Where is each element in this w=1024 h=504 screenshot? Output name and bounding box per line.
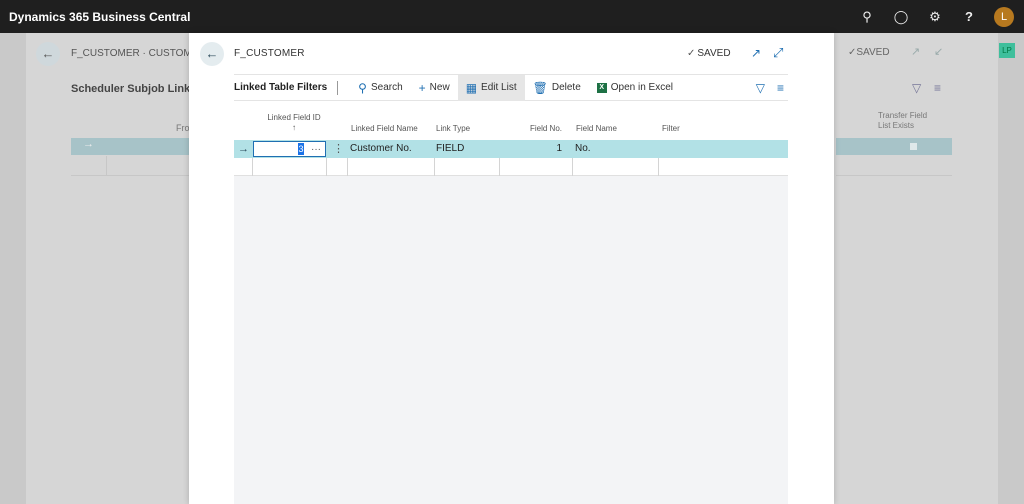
- background-right-header: Transfer Field List Exists: [878, 111, 928, 130]
- linked-field-id-header-label: Linked Field ID: [267, 113, 321, 122]
- grid-body: → 3 ··· ⋮ Customer No. FIELD 1 No.: [234, 140, 788, 504]
- avatar[interactable]: L: [994, 6, 1014, 27]
- cell-divider: [572, 158, 573, 176]
- delete-button[interactable]: 🗑 Delete: [525, 75, 589, 101]
- bell-icon[interactable]: ◯: [884, 9, 918, 25]
- edit-list-button[interactable]: ▦ Edit List: [457, 74, 525, 101]
- background-checkbox: [910, 143, 917, 150]
- search-icon: ⚲: [358, 80, 367, 95]
- row-indicator-arrow-icon: →: [238, 143, 249, 155]
- cell-divider: [347, 158, 348, 176]
- open-in-excel-button[interactable]: X Open in Excel: [589, 75, 681, 101]
- open-in-excel-label: Open in Excel: [610, 82, 674, 93]
- lp-badge: LP: [999, 43, 1015, 58]
- back-arrow-icon: ←: [36, 42, 60, 66]
- background-selected-row-right: [836, 138, 952, 155]
- checkmark-icon: ✓: [687, 48, 696, 59]
- column-header-field-name[interactable]: Field Name: [576, 124, 617, 133]
- background-column-header: Fro: [176, 123, 190, 133]
- empty-new-row[interactable]: [234, 158, 788, 176]
- search-label: Search: [370, 82, 403, 93]
- grid-header: Linked Field ID ↑ Linked Field Name Link…: [234, 108, 788, 138]
- field-no-cell[interactable]: 1: [499, 140, 562, 158]
- linked-table-filters-dialog: ← F_CUSTOMER ✓ SAVED ↗ ⤢ Linked Table Fil…: [189, 33, 834, 504]
- table-row[interactable]: → 3 ··· ⋮ Customer No. FIELD 1 No.: [234, 140, 788, 158]
- expand-icon[interactable]: ⤢: [773, 45, 783, 61]
- action-bar: Linked Table Filters ⚲ Search + New ▦ Ed…: [234, 74, 788, 101]
- list-icon: ≡: [934, 81, 942, 95]
- plus-icon: +: [418, 80, 426, 95]
- cell-divider: [252, 158, 253, 176]
- delete-label: Delete: [551, 82, 581, 93]
- cell-divider: [658, 158, 659, 176]
- edit-list-icon: ▦: [465, 80, 478, 95]
- column-header-linked-field-id[interactable]: Linked Field ID ↑: [264, 113, 324, 133]
- background-row: [71, 156, 189, 176]
- back-button[interactable]: ←: [200, 42, 224, 66]
- list-view-icon[interactable]: ≡: [777, 81, 784, 95]
- excel-icon: X: [596, 82, 607, 93]
- sort-ascending-icon: ↑: [292, 123, 296, 132]
- search-button[interactable]: ⚲ Search: [350, 75, 410, 101]
- dialog-title: F_CUSTOMER: [234, 48, 305, 59]
- new-label: New: [429, 82, 450, 93]
- cell-divider: [499, 158, 500, 176]
- saved-status: ✓ SAVED: [687, 48, 731, 59]
- trash-icon: 🗑: [532, 80, 548, 95]
- edit-list-label: Edit List: [481, 82, 517, 93]
- app-bar-actions: ⚲ ◯ ⚙ ? L: [850, 0, 1014, 33]
- cell-divider: [326, 158, 327, 176]
- linked-field-id-value: 3: [298, 143, 304, 155]
- background-divider: [106, 156, 107, 176]
- app-title: Dynamics 365 Business Central: [9, 9, 191, 24]
- open-in-new-window-icon[interactable]: ↗: [751, 46, 761, 60]
- column-header-filter[interactable]: Filter: [662, 124, 680, 133]
- share-icon: ↗: [911, 46, 921, 58]
- saved-label: SAVED: [697, 48, 731, 59]
- new-button[interactable]: + New: [411, 75, 458, 101]
- background-selected-row: →: [71, 138, 189, 155]
- background-breadcrumb: F_CUSTOMER · CUSTOMER: [71, 48, 206, 59]
- background-row-right: [836, 156, 952, 176]
- app-bar: Dynamics 365 Business Central ⚲ ◯ ⚙ ? L: [0, 0, 1024, 33]
- action-bar-right: ▽ ≡: [744, 75, 784, 101]
- field-name-cell[interactable]: No.: [575, 140, 591, 158]
- help-icon[interactable]: ?: [952, 9, 986, 24]
- search-icon[interactable]: ⚲: [850, 9, 884, 25]
- filter-icon: ▽: [912, 81, 922, 95]
- column-header-field-no[interactable]: Field No.: [499, 124, 562, 133]
- list-title: Linked Table Filters: [234, 80, 339, 95]
- column-header-linked-field-name[interactable]: Linked Field Name: [351, 124, 418, 133]
- cell-divider: [434, 158, 435, 176]
- collapse-icon: ↙: [934, 46, 944, 58]
- row-menu-icon[interactable]: ⋮: [333, 140, 344, 158]
- gear-icon[interactable]: ⚙: [918, 9, 952, 25]
- linked-field-name-cell[interactable]: Customer No.: [350, 140, 412, 158]
- filter-icon[interactable]: ▽: [756, 81, 765, 95]
- linked-field-id-input[interactable]: 3 ···: [253, 141, 326, 157]
- lookup-ellipsis-button[interactable]: ···: [311, 141, 321, 159]
- linked-filters-grid: Linked Field ID ↑ Linked Field Name Link…: [234, 108, 788, 504]
- link-type-cell[interactable]: FIELD: [436, 140, 464, 158]
- background-saved-status: ✓SAVED: [848, 47, 890, 58]
- column-header-link-type[interactable]: Link Type: [436, 124, 470, 133]
- background-saved-label: SAVED: [856, 47, 890, 58]
